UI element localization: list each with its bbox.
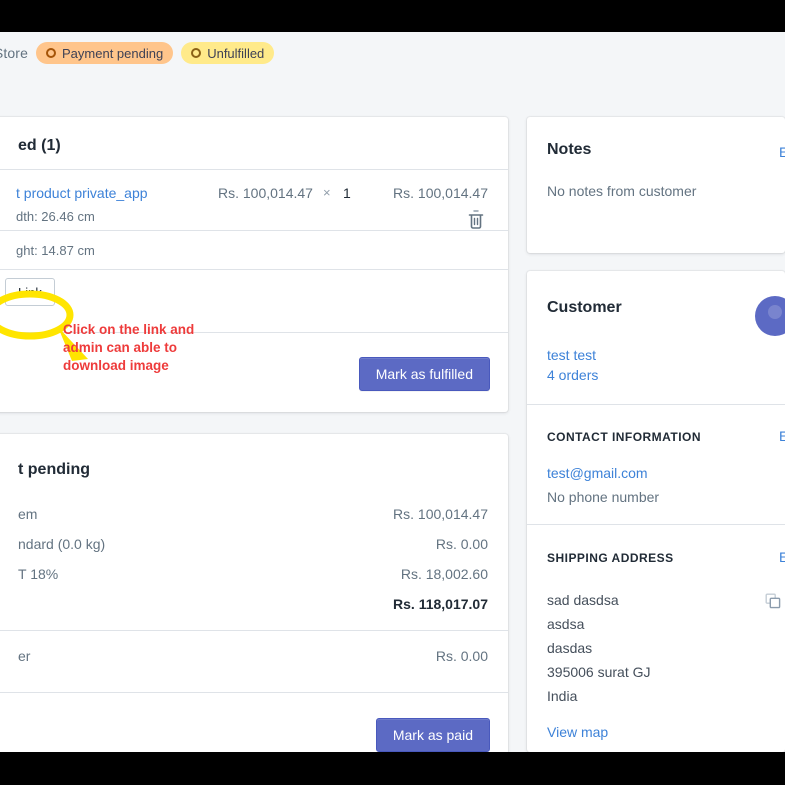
line-item-dimension-width: dth: 26.46 cm xyxy=(16,209,95,224)
payment-row-label: em xyxy=(18,506,38,522)
contact-edit-link[interactable]: Ed xyxy=(779,428,785,444)
payment-row-value: Rs. 118,017.07 xyxy=(393,596,488,612)
screenshot-root: ber 16, 2019 at 7:19 am from Online Stor… xyxy=(0,0,785,785)
view-map-link[interactable]: View map xyxy=(547,724,608,740)
mark-as-paid-button[interactable]: Mark as paid xyxy=(375,718,490,752)
status-badge-payment-label: Payment pending xyxy=(62,45,164,61)
order-date-text: ber 16, 2019 at 7:19 am from Online Stor… xyxy=(0,45,29,61)
line-item-dimension-height: ght: 14.87 cm xyxy=(16,243,95,258)
status-badge-payment-pending: Payment pending xyxy=(36,42,174,64)
line-item-quantity: 1 xyxy=(343,185,351,201)
payment-row-subtotal: em Rs. 100,014.47 xyxy=(18,506,488,522)
divider xyxy=(0,269,508,270)
payment-card-title: t pending xyxy=(18,461,90,478)
payment-row-value: Rs. 100,014.47 xyxy=(393,506,488,522)
payment-card: t pending em Rs. 100,014.47 ndard (0.0 k… xyxy=(0,434,508,752)
avatar xyxy=(755,296,785,336)
customer-orders-link[interactable]: 4 orders xyxy=(547,367,598,383)
divider xyxy=(527,524,785,525)
status-badge-unfulfilled-label: Unfulfilled xyxy=(207,45,265,61)
shipping-edit-link[interactable]: Ed xyxy=(779,549,785,565)
trash-icon[interactable] xyxy=(466,209,486,231)
payment-row-label: T 18% xyxy=(18,566,59,582)
divider xyxy=(0,692,508,693)
divider xyxy=(0,169,508,170)
notes-title: Notes xyxy=(547,141,592,158)
shipping-address-line: India xyxy=(547,688,578,704)
customer-name-link[interactable]: test test xyxy=(547,347,596,363)
payment-row-value: Rs. 18,002.60 xyxy=(400,566,488,582)
divider xyxy=(0,230,508,231)
line-item-total: Rs. 100,014.47 xyxy=(393,185,488,201)
line-item-multiply-symbol: × xyxy=(323,185,331,200)
circle-outline-icon xyxy=(191,48,202,58)
payment-row-label: er xyxy=(18,648,31,664)
shipping-address-line: asdsa xyxy=(547,616,585,632)
shipping-address-line: 395006 surat GJ xyxy=(547,664,651,680)
divider xyxy=(0,630,508,631)
payment-row-value: Rs. 0.00 xyxy=(435,648,488,664)
copy-icon[interactable] xyxy=(765,593,781,609)
customer-phone-text: No phone number xyxy=(547,489,660,505)
letterbox-top xyxy=(0,0,785,32)
divider xyxy=(527,404,785,405)
shipping-address-line: dasdas xyxy=(547,640,593,656)
annotation-text: Click on the link and admin can able to … xyxy=(63,322,195,373)
customer-card: Customer test test 4 orders CONTACT INFO… xyxy=(527,271,785,752)
line-item-name-link[interactable]: t product private_app xyxy=(16,185,148,201)
customer-email-link[interactable]: test@gmail.com xyxy=(547,465,648,481)
payment-row-tax: T 18% Rs. 18,002.60 xyxy=(18,566,488,582)
contact-information-title: CONTACT INFORMATION xyxy=(547,430,701,444)
mark-as-fulfilled-button[interactable]: Mark as fulfilled xyxy=(358,357,490,391)
payment-row-label: ndard (0.0 kg) xyxy=(18,536,106,552)
fulfillment-card-title: ed (1) xyxy=(18,137,61,154)
payment-row-value: Rs. 0.00 xyxy=(435,536,488,552)
notes-edit-link[interactable]: Ed xyxy=(779,144,785,160)
status-badge-unfulfilled: Unfulfilled xyxy=(181,42,275,64)
order-detail-page: ber 16, 2019 at 7:19 am from Online Stor… xyxy=(0,32,785,752)
customer-title: Customer xyxy=(547,299,622,316)
circle-outline-icon xyxy=(46,48,57,58)
shipping-address-title: SHIPPING ADDRESS xyxy=(547,551,674,565)
letterbox-bottom xyxy=(0,752,785,785)
line-item-unit-price: Rs. 100,014.47 xyxy=(218,185,313,201)
notes-empty-text: No notes from customer xyxy=(547,183,697,199)
notes-card: Notes Ed No notes from customer xyxy=(527,117,785,253)
payment-row-total: Rs. 118,017.07 xyxy=(18,596,488,612)
payment-row-balance: er Rs. 0.00 xyxy=(18,648,488,664)
payment-row-shipping: ndard (0.0 kg) Rs. 0.00 xyxy=(18,536,488,552)
order-meta: ber 16, 2019 at 7:19 am from Online Stor… xyxy=(0,42,540,64)
shipping-address-line: sad dasdsa xyxy=(547,592,619,608)
